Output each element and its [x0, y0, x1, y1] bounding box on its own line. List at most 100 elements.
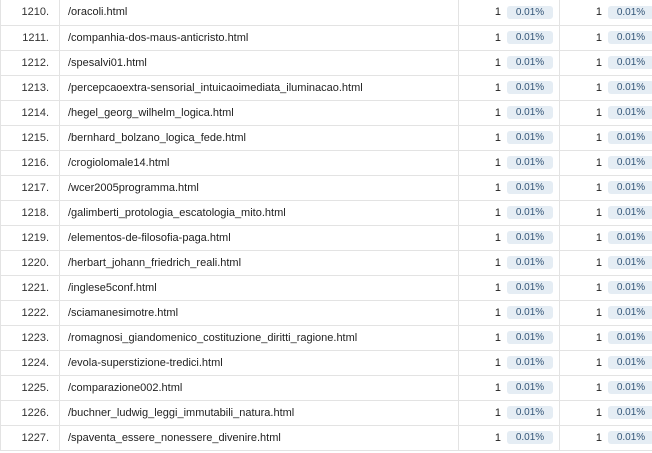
metric-2-percent-badge: 0.01% — [608, 156, 652, 169]
metric-1-value: 1 — [494, 131, 501, 144]
page-cell: /spaventa_essere_nonessere_divenire.html — [59, 425, 459, 451]
row-index: 1219. — [0, 225, 60, 251]
page-cell: /elementos-de-filosofia-paga.html — [59, 225, 459, 251]
metric-1-value: 1 — [494, 356, 501, 369]
metric-2-value: 1 — [595, 306, 602, 319]
metric-1-value: 1 — [494, 106, 501, 119]
page-link[interactable]: /galimberti_protologia_escatologia_mito.… — [68, 207, 286, 219]
page-cell: /oracoli.html — [59, 0, 459, 26]
metric-2-percent-badge: 0.01% — [608, 81, 652, 94]
metric-2-value: 1 — [595, 231, 602, 244]
metric-2-value: 1 — [595, 281, 602, 294]
metric-2-value: 1 — [595, 56, 602, 69]
metric-2-percent-badge: 0.01% — [608, 256, 652, 269]
metric-2-cell: 1 0.01% — [559, 25, 652, 51]
page-link[interactable]: /oracoli.html — [68, 6, 127, 18]
page-link[interactable]: /elementos-de-filosofia-paga.html — [68, 232, 231, 244]
metric-1-cell: 1 0.01% — [458, 125, 560, 151]
row-index: 1213. — [0, 75, 60, 101]
page-link[interactable]: /inglese5conf.html — [68, 282, 157, 294]
page-cell: /buchner_ludwig_leggi_immutabili_natura.… — [59, 400, 459, 426]
metric-2-cell: 1 0.01% — [559, 325, 652, 351]
metric-2-value: 1 — [595, 206, 602, 219]
metric-2-value: 1 — [595, 381, 602, 394]
metric-2-value: 1 — [595, 431, 602, 444]
metric-1-cell: 1 0.01% — [458, 175, 560, 201]
metric-1-percent-badge: 0.01% — [507, 106, 553, 119]
metric-2-percent-badge: 0.01% — [608, 306, 652, 319]
table-row: 1227. /spaventa_essere_nonessere_divenire… — [0, 425, 652, 451]
table-row: 1218. /galimberti_protologia_escatologia_… — [0, 200, 652, 226]
metric-1-percent-badge: 0.01% — [507, 31, 553, 44]
metric-2-cell: 1 0.01% — [559, 375, 652, 401]
metric-2-value: 1 — [595, 131, 602, 144]
metric-2-cell: 1 0.01% — [559, 0, 652, 26]
metric-1-percent-badge: 0.01% — [507, 131, 553, 144]
page-cell: /herbart_johann_friedrich_reali.html — [59, 250, 459, 276]
metric-1-cell: 1 0.01% — [458, 75, 560, 101]
metric-2-percent-badge: 0.01% — [608, 106, 652, 119]
table-row: 1226. /buchner_ludwig_leggi_immutabili_na… — [0, 400, 652, 426]
metric-2-value: 1 — [595, 81, 602, 94]
table-row: 1212. /spesalvi01.html 1 0.01% 1 0.01% — [0, 50, 652, 76]
table-row: 1224./evola-superstizione-tredici.html 1 0… — [0, 350, 652, 376]
metric-1-cell: 1 0.01% — [458, 50, 560, 76]
page-link[interactable]: /bernhard_bolzano_logica_fede.html — [68, 132, 246, 144]
metric-1-percent-badge: 0.01% — [507, 81, 553, 94]
row-index: 1222. — [0, 300, 60, 326]
metric-1-cell: 1 0.01% — [458, 425, 560, 451]
metric-1-percent-badge: 0.01% — [507, 156, 553, 169]
page-link[interactable]: /herbart_johann_friedrich_reali.html — [68, 257, 241, 269]
row-index: 1211. — [0, 25, 60, 51]
table-row: 1223. /romagnosi_giandomenico_costituzion… — [0, 325, 652, 351]
metric-2-cell: 1 0.01% — [559, 175, 652, 201]
table-row: 1213. /percepcaoextra-sensorial_intuicaoi… — [0, 75, 652, 101]
metric-2-value: 1 — [595, 356, 602, 369]
page-link[interactable]: /sciamanesimotre.html — [68, 307, 178, 319]
metric-1-percent-badge: 0.01% — [507, 281, 553, 294]
metric-2-percent-badge: 0.01% — [608, 5, 652, 19]
metric-1-value: 1 — [494, 56, 501, 69]
metric-2-value: 1 — [595, 106, 602, 119]
metric-1-cell: 1 0.01% — [458, 275, 560, 301]
table-row: 1221. /inglese5conf.html 1 0.01% 1 0.01% — [0, 275, 652, 301]
metric-2-cell: 1 0.01% — [559, 200, 652, 226]
metric-2-percent-badge: 0.01% — [608, 181, 652, 194]
metric-1-value: 1 — [494, 406, 501, 419]
page-cell: /sciamanesimotre.html — [59, 300, 459, 326]
page-link[interactable]: /spaventa_essere_nonessere_divenire.html — [68, 432, 281, 444]
report-table: 1210. /oracoli.html 1 0.01% 1 0.01% 1211. /comp… — [0, 0, 652, 451]
page-link[interactable]: /spesalvi01.html — [68, 57, 147, 69]
metric-1-value: 1 — [494, 6, 501, 19]
page-link[interactable]: /crogiolomale14.html — [68, 157, 170, 169]
page-link[interactable]: /companhia-dos-maus-anticristo.html — [68, 32, 248, 44]
metric-2-percent-badge: 0.01% — [608, 406, 652, 419]
metric-2-cell: 1 0.01% — [559, 350, 652, 376]
metric-2-cell: 1 0.01% — [559, 300, 652, 326]
metric-1-cell: 1 0.01% — [458, 300, 560, 326]
page-link[interactable]: /romagnosi_giandomenico_costituzione_dir… — [68, 332, 357, 344]
metric-2-percent-badge: 0.01% — [608, 206, 652, 219]
table-row: 1211. /companhia-dos-maus-anticristo.html… — [0, 25, 652, 51]
page-link[interactable]: /hegel_georg_wilhelm_logica.html — [68, 107, 234, 119]
page-cell: /galimberti_protologia_escatologia_mito.… — [59, 200, 459, 226]
row-index: 1214. — [0, 100, 60, 126]
metric-2-cell: 1 0.01% — [559, 275, 652, 301]
metric-2-percent-badge: 0.01% — [608, 31, 652, 44]
table-row: 1222. /sciamanesimotre.html 1 0.01% 1 0.01% — [0, 300, 652, 326]
page-cell: /hegel_georg_wilhelm_logica.html — [59, 100, 459, 126]
metric-1-cell: 1 0.01% — [458, 250, 560, 276]
metric-1-percent-badge: 0.01% — [507, 381, 553, 394]
metric-1-cell: 1 0.01% — [458, 150, 560, 176]
page-link[interactable]: /percepcaoextra-sensorial_intuicaoimedia… — [68, 82, 363, 94]
metric-1-percent-badge: 0.01% — [507, 181, 553, 194]
metric-1-value: 1 — [494, 281, 501, 294]
page-link[interactable]: /evola-superstizione-tredici.html — [68, 357, 223, 369]
page-link[interactable]: /comparazione002.html — [68, 382, 182, 394]
metric-1-percent-badge: 0.01% — [507, 256, 553, 269]
page-link[interactable]: /buchner_ludwig_leggi_immutabili_natura.… — [68, 407, 294, 419]
metric-1-percent-badge: 0.01% — [507, 56, 553, 69]
metric-2-cell: 1 0.01% — [559, 225, 652, 251]
page-link[interactable]: /wcer2005programma.html — [68, 182, 199, 194]
row-index: 1217. — [0, 175, 60, 201]
